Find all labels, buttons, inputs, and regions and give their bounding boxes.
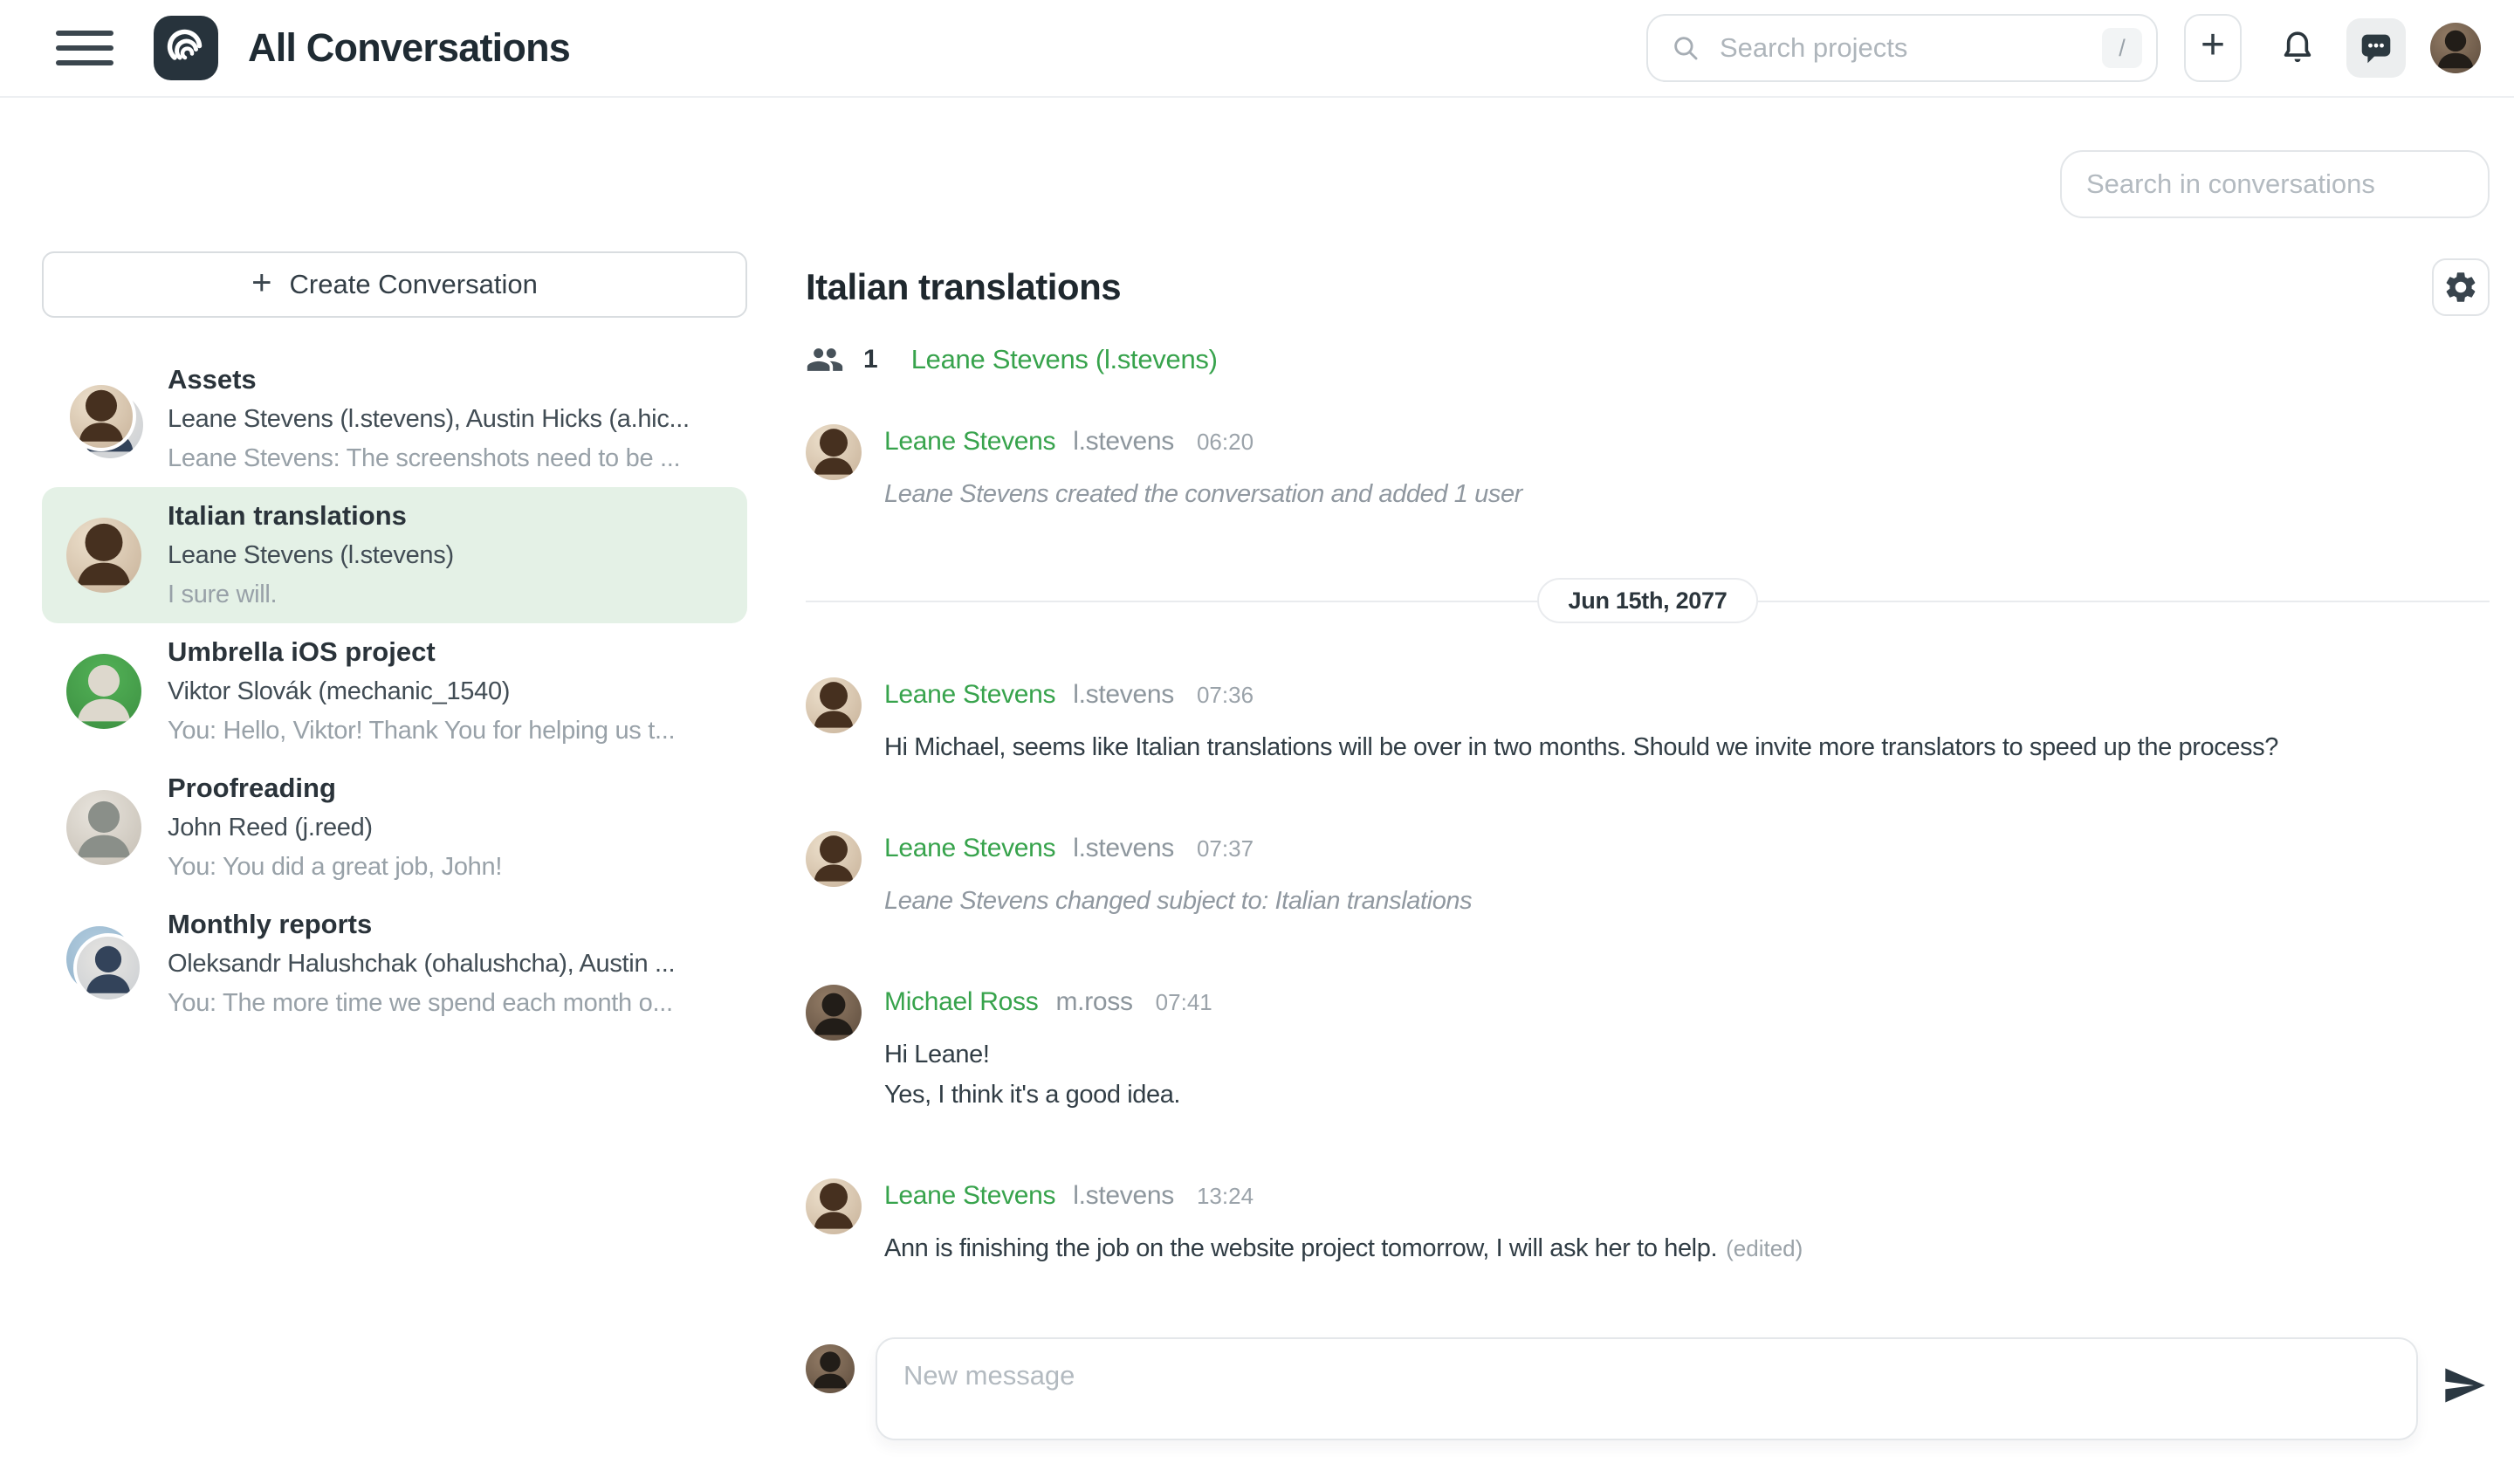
avatar — [806, 1178, 862, 1234]
message-text-content: Ann is finishing the job on the website … — [884, 1234, 1717, 1262]
people-icon — [806, 340, 844, 379]
conversation-last-message: I sure will. — [168, 575, 723, 615]
message-username: l.stevens — [1073, 424, 1174, 459]
search-shortcut-badge: / — [2102, 28, 2142, 68]
page-title: All Conversations — [248, 25, 570, 71]
menu-icon[interactable] — [56, 31, 113, 65]
message-text: Leane Stevens changed subject to: Italia… — [884, 883, 2490, 918]
bell-icon — [2277, 28, 2318, 68]
avatar — [806, 677, 862, 733]
conversation-title: Italian translations — [168, 496, 723, 536]
conversation-title: Proofreading — [168, 768, 723, 808]
avatar — [73, 933, 143, 1003]
chat-header: Italian translations — [806, 258, 2490, 316]
conversation-settings-button[interactable] — [2432, 258, 2490, 316]
message-author[interactable]: Leane Stevens — [884, 831, 1055, 866]
message: Michael Ross m.ross 07:41 Hi Leane! Yes,… — [806, 985, 2490, 1112]
avatar — [806, 985, 862, 1041]
gear-icon — [2442, 269, 2479, 306]
chat-panel: Italian translations 1 Leane Stevens (l.… — [806, 258, 2490, 1484]
message-author[interactable]: Michael Ross — [884, 985, 1038, 1020]
participants-row: 1 Leane Stevens (l.stevens) — [806, 340, 2490, 379]
send-button[interactable] — [2439, 1360, 2490, 1411]
chat-title: Italian translations — [806, 266, 1121, 308]
plus-icon: + — [251, 264, 271, 303]
participants-count: 1 — [863, 345, 878, 374]
conversation-item-italian-translations[interactable]: Italian translations Leane Stevens (l.st… — [42, 487, 747, 623]
participant-link[interactable]: Leane Stevens (l.stevens) — [911, 344, 1218, 375]
message: Leane Stevens l.stevens 07:36 Hi Michael… — [806, 677, 2490, 765]
conversation-avatar-group — [66, 926, 141, 1001]
message-text: Hi Michael, seems like Italian translati… — [884, 730, 2490, 765]
conversation-item-assets[interactable]: Assets Leane Stevens (l.stevens), Austin… — [42, 351, 747, 487]
conversation-item-umbrella-ios-project[interactable]: Umbrella iOS project Viktor Slovák (mech… — [42, 623, 747, 759]
conversation-participants: Viktor Slovák (mechanic_1540) — [168, 672, 723, 711]
message-text: Ann is finishing the job on the website … — [884, 1231, 2490, 1266]
conversation-item-monthly-reports[interactable]: Monthly reports Oleksandr Halushchak (oh… — [42, 896, 747, 1032]
create-conversation-label: Create Conversation — [290, 269, 538, 300]
conversation-participants: Leane Stevens (l.stevens), Austin Hicks … — [168, 400, 723, 439]
conversation-last-message: Leane Stevens: The screenshots need to b… — [168, 439, 723, 478]
message-text: Yes, I think it's a good idea. — [884, 1077, 2490, 1112]
search-in-conversations-input[interactable] — [2060, 150, 2490, 218]
conversations-sidebar: + Create Conversation Assets Leane Steve… — [42, 251, 747, 1032]
search-icon — [1671, 33, 1700, 63]
user-avatar[interactable] — [2430, 23, 2481, 73]
add-button[interactable]: + — [2184, 14, 2242, 82]
app-logo-icon[interactable] — [154, 16, 218, 80]
conversation-last-message: You: Hello, Viktor! Thank You for helpin… — [168, 711, 723, 751]
search-projects-input[interactable] — [1718, 31, 2085, 65]
top-bar: All Conversations / + — [0, 0, 2514, 98]
avatar — [66, 381, 136, 451]
conversation-item-proofreading[interactable]: Proofreading John Reed (j.reed) You: You… — [42, 759, 747, 896]
message: Leane Stevens l.stevens 13:24 Ann is fin… — [806, 1178, 2490, 1266]
conversation-avatar-group — [66, 381, 141, 457]
message-time: 07:36 — [1197, 677, 1254, 712]
avatar — [66, 790, 141, 865]
message-username: l.stevens — [1073, 1178, 1174, 1213]
date-divider: Jun 15th, 2077 — [806, 578, 2490, 623]
new-message-input[interactable] — [876, 1337, 2418, 1440]
message-time: 07:41 — [1156, 985, 1212, 1020]
conversation-participants: John Reed (j.reed) — [168, 808, 723, 848]
composer-user-avatar — [806, 1344, 855, 1393]
conversations-toggle-button[interactable] — [2346, 18, 2406, 78]
conversation-last-message: You: You did a great job, John! — [168, 848, 723, 887]
conversation-title: Monthly reports — [168, 904, 723, 945]
message-author[interactable]: Leane Stevens — [884, 424, 1055, 459]
date-divider-label: Jun 15th, 2077 — [1537, 578, 1759, 623]
conversation-title: Assets — [168, 360, 723, 400]
avatar — [66, 518, 141, 593]
conversation-last-message: You: The more time we spend each month o… — [168, 984, 723, 1023]
edited-badge: (edited) — [1726, 1235, 1803, 1261]
avatar — [806, 831, 862, 887]
message: Leane Stevens l.stevens 06:20 Leane Stev… — [806, 424, 2490, 512]
plus-icon: + — [2201, 24, 2225, 66]
message: Leane Stevens l.stevens 07:37 Leane Stev… — [806, 831, 2490, 918]
message-text: Leane Stevens created the conversation a… — [884, 477, 2490, 512]
send-icon — [2442, 1363, 2487, 1408]
message-username: m.ross — [1055, 985, 1132, 1020]
message-username: l.stevens — [1073, 677, 1174, 712]
avatar — [66, 654, 141, 729]
message-time: 07:37 — [1197, 831, 1254, 866]
conversation-title: Umbrella iOS project — [168, 632, 723, 672]
create-conversation-button[interactable]: + Create Conversation — [42, 251, 747, 318]
message-author[interactable]: Leane Stevens — [884, 1178, 1055, 1213]
notifications-button[interactable] — [2273, 24, 2322, 72]
chat-bubble-icon — [2356, 28, 2396, 68]
message-author[interactable]: Leane Stevens — [884, 677, 1055, 712]
message-time: 13:24 — [1197, 1178, 1254, 1213]
composer — [806, 1337, 2490, 1440]
message-time: 06:20 — [1197, 424, 1254, 459]
conversation-list: Assets Leane Stevens (l.stevens), Austin… — [42, 351, 747, 1032]
conversation-participants: Leane Stevens (l.stevens) — [168, 536, 723, 575]
message-list: Leane Stevens l.stevens 06:20 Leane Stev… — [806, 424, 2490, 1266]
search-projects-box[interactable]: / — [1646, 14, 2158, 82]
conversation-participants: Oleksandr Halushchak (ohalushcha), Austi… — [168, 945, 723, 984]
message-username: l.stevens — [1073, 831, 1174, 866]
message-text: Hi Leane! — [884, 1037, 2490, 1072]
avatar — [806, 424, 862, 480]
